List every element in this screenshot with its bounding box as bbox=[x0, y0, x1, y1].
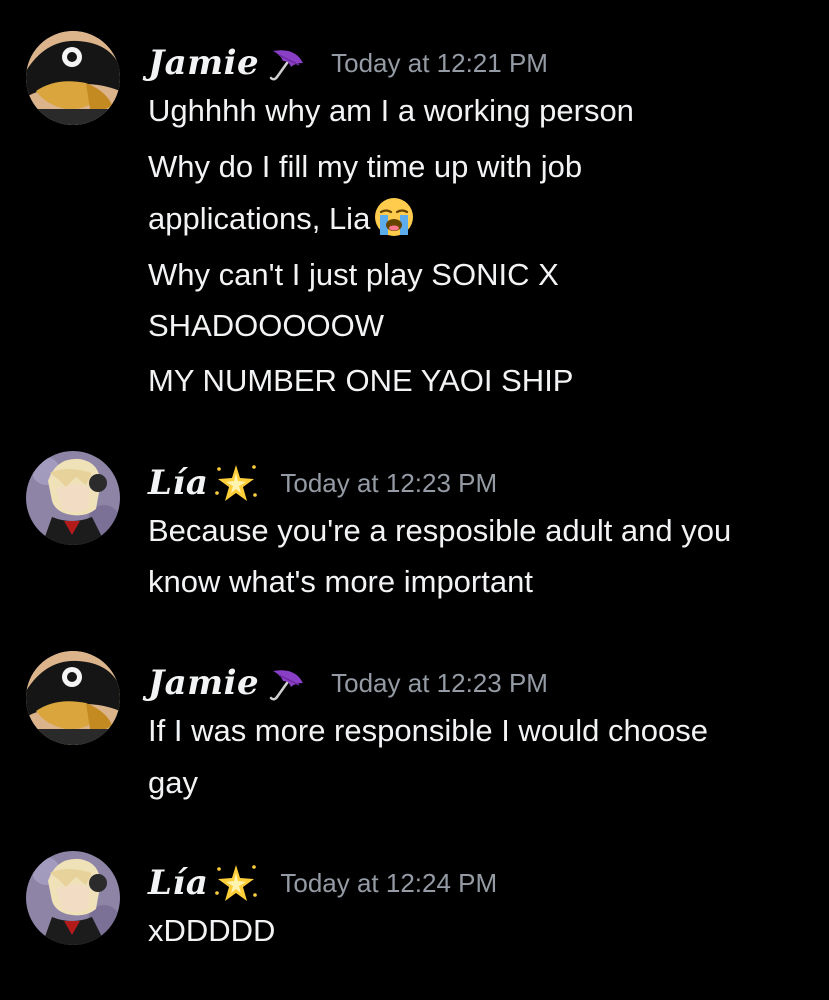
message-text: SHADOOOOOW bbox=[148, 308, 384, 343]
umbrella-icon bbox=[265, 41, 309, 85]
message-text: gay bbox=[148, 765, 198, 800]
lia-avatar-image bbox=[26, 451, 120, 545]
username[interactable]: Jamie bbox=[148, 663, 259, 703]
umbrella-icon bbox=[265, 661, 309, 705]
message-text: Why can't I just play SONIC X bbox=[148, 257, 559, 292]
chat-message-list: Jamie Today at 12:21 PM Ughhhh why am I … bbox=[0, 0, 829, 1000]
avatar[interactable] bbox=[26, 851, 120, 945]
message-text: Why do I fill my time up with job bbox=[148, 149, 583, 184]
message-text: If I was more responsible I would choose bbox=[148, 713, 708, 748]
avatar[interactable] bbox=[26, 651, 120, 745]
message-text: know what's more important bbox=[148, 564, 533, 599]
message-header: Lía Today at 12:24 PM bbox=[148, 858, 497, 908]
sparkle-star-icon bbox=[214, 861, 258, 905]
sparkle-star-icon bbox=[214, 461, 258, 505]
avatar[interactable] bbox=[26, 451, 120, 545]
message-text: Because you're a resposible adult and yo… bbox=[148, 513, 732, 548]
loudly-crying-face-icon bbox=[372, 195, 416, 239]
timestamp[interactable]: Today at 12:21 PM bbox=[331, 48, 548, 79]
message-text: applications, Lia bbox=[148, 192, 416, 246]
timestamp[interactable]: Today at 12:24 PM bbox=[280, 868, 497, 899]
avatar[interactable] bbox=[26, 31, 120, 125]
message-text-segment: applications, Lia bbox=[148, 201, 371, 236]
message-text: Ughhhh why am I a working person bbox=[148, 93, 634, 128]
lia-avatar-image bbox=[26, 851, 120, 945]
message-header: Jamie Today at 12:21 PM bbox=[148, 38, 548, 88]
message-text: MY NUMBER ONE YAOI SHIP bbox=[148, 363, 574, 398]
message-header: Lía Today at 12:23 PM bbox=[148, 458, 497, 508]
username[interactable]: Lía bbox=[148, 463, 208, 503]
message-text: xDDDDD bbox=[148, 913, 276, 948]
username[interactable]: Jamie bbox=[148, 43, 259, 83]
jamie-avatar-image bbox=[26, 31, 120, 125]
message-header: Jamie Today at 12:23 PM bbox=[148, 658, 548, 708]
jamie-avatar-image bbox=[26, 651, 120, 745]
timestamp[interactable]: Today at 12:23 PM bbox=[331, 668, 548, 699]
timestamp[interactable]: Today at 12:23 PM bbox=[280, 468, 497, 499]
username[interactable]: Lía bbox=[148, 863, 208, 903]
